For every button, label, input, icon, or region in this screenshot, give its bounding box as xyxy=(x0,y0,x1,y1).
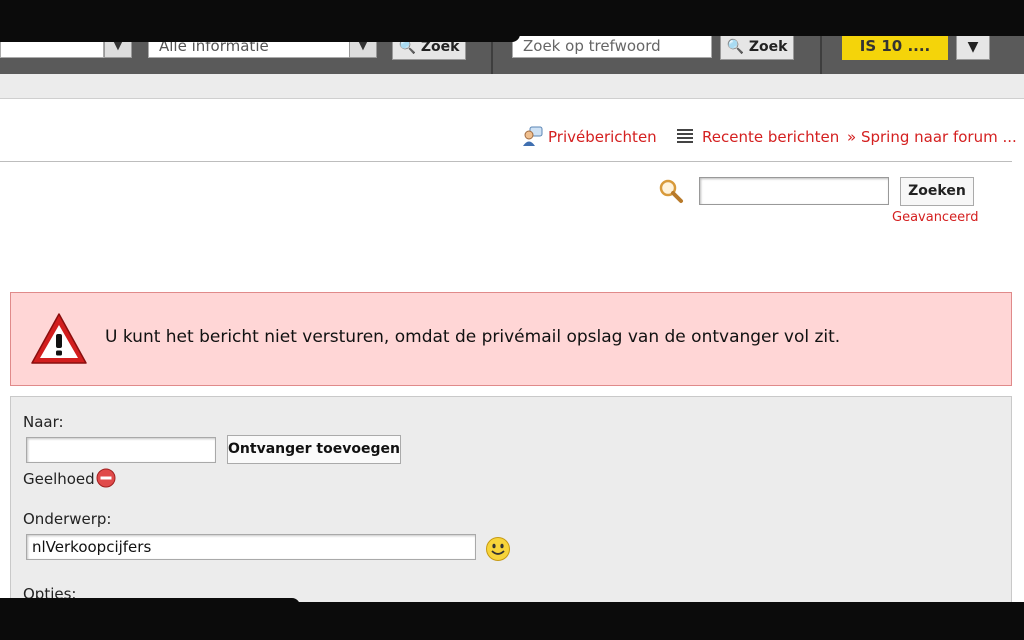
error-alert: U kunt het bericht niet versturen, omdat… xyxy=(10,292,1012,386)
warning-icon xyxy=(31,313,87,364)
private-messages-icon xyxy=(523,126,543,146)
smiley-icon[interactable] xyxy=(485,536,511,562)
recipient-input[interactable] xyxy=(26,437,216,463)
forum-search-input[interactable] xyxy=(699,177,889,205)
zoek-button-2[interactable]: 🔍 Zoek xyxy=(720,34,794,60)
yellow-badge-button[interactable]: IS 10 .... xyxy=(842,34,948,60)
jump-to-forum-link[interactable]: » Spring naar forum ... xyxy=(847,124,1017,150)
recent-posts-link[interactable]: Recente berichten xyxy=(676,124,839,150)
keyword-search-input[interactable]: Zoek op trefwoord xyxy=(512,34,712,58)
magnifier-icon xyxy=(659,179,683,203)
chevron-down-icon[interactable]: ▼ xyxy=(956,34,990,60)
private-messages-label: Privéberichten xyxy=(548,128,657,146)
zoek-button-2-label: Zoek xyxy=(748,39,788,55)
top-black-band-edge xyxy=(0,34,520,42)
top-black-band xyxy=(0,0,1024,36)
subject-label: Onderwerp: xyxy=(23,510,112,528)
remove-recipient-icon[interactable] xyxy=(96,468,116,488)
list-icon xyxy=(677,129,693,143)
add-recipient-button[interactable]: Ontvanger toevoegen xyxy=(227,435,401,464)
nav-divider xyxy=(0,161,1012,162)
subject-input[interactable] xyxy=(26,534,476,560)
to-label: Naar: xyxy=(23,413,64,431)
recipient-name: Geelhoed xyxy=(23,470,95,488)
forum-nav: Privéberichten Recente berichten » Sprin… xyxy=(0,124,1017,150)
header-strip xyxy=(0,74,1024,99)
alert-message: U kunt het bericht niet versturen, omdat… xyxy=(105,327,841,347)
search-button[interactable]: Zoeken xyxy=(900,177,974,206)
advanced-search-link[interactable]: Geavanceerd xyxy=(892,210,978,225)
recent-posts-label: Recente berichten xyxy=(702,128,840,146)
bottom-black-band xyxy=(0,602,1024,640)
private-messages-link[interactable]: Privéberichten xyxy=(522,124,657,150)
